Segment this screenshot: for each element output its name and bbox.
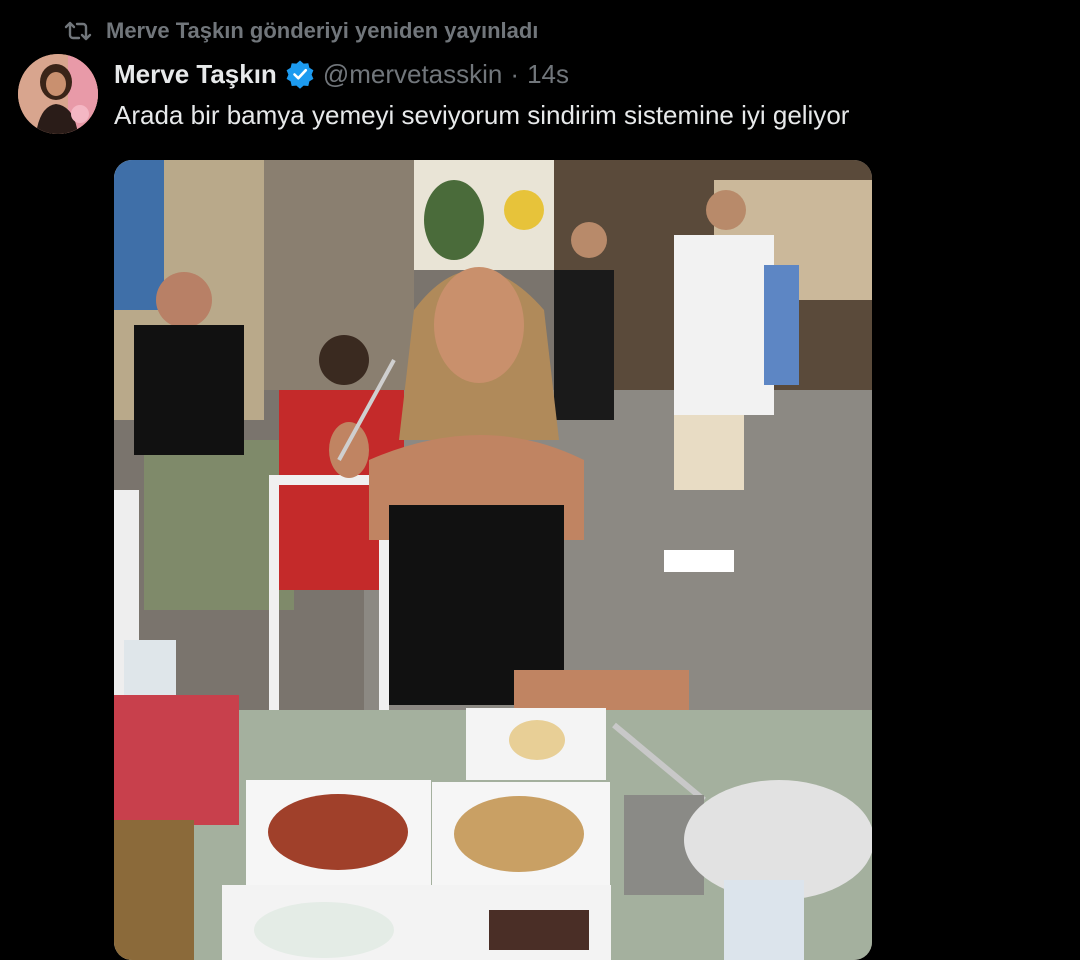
repost-icon bbox=[64, 19, 92, 43]
repost-indicator[interactable]: Merve Taşkın gönderiyi yeniden yayınladı bbox=[64, 14, 538, 48]
tweet-card[interactable]: Merve Taşkın gönderiyi yeniden yayınladı… bbox=[0, 0, 1080, 960]
avatar[interactable] bbox=[18, 54, 98, 134]
verified-badge-icon[interactable] bbox=[285, 59, 315, 89]
tweet-text: Arada bir bamya yemeyi seviyorum sindiri… bbox=[114, 100, 850, 130]
repost-text: Merve Taşkın gönderiyi yeniden yayınladı bbox=[106, 18, 539, 43]
post-timestamp[interactable]: 14s bbox=[527, 59, 569, 90]
tweet-photo[interactable] bbox=[114, 160, 872, 960]
tweet-header: Merve Taşkın @mervetasskin · 14s bbox=[114, 56, 569, 92]
author-handle[interactable]: @mervetasskin bbox=[323, 59, 503, 90]
header-separator: · bbox=[510, 58, 520, 89]
author-name[interactable]: Merve Taşkın bbox=[114, 59, 277, 90]
